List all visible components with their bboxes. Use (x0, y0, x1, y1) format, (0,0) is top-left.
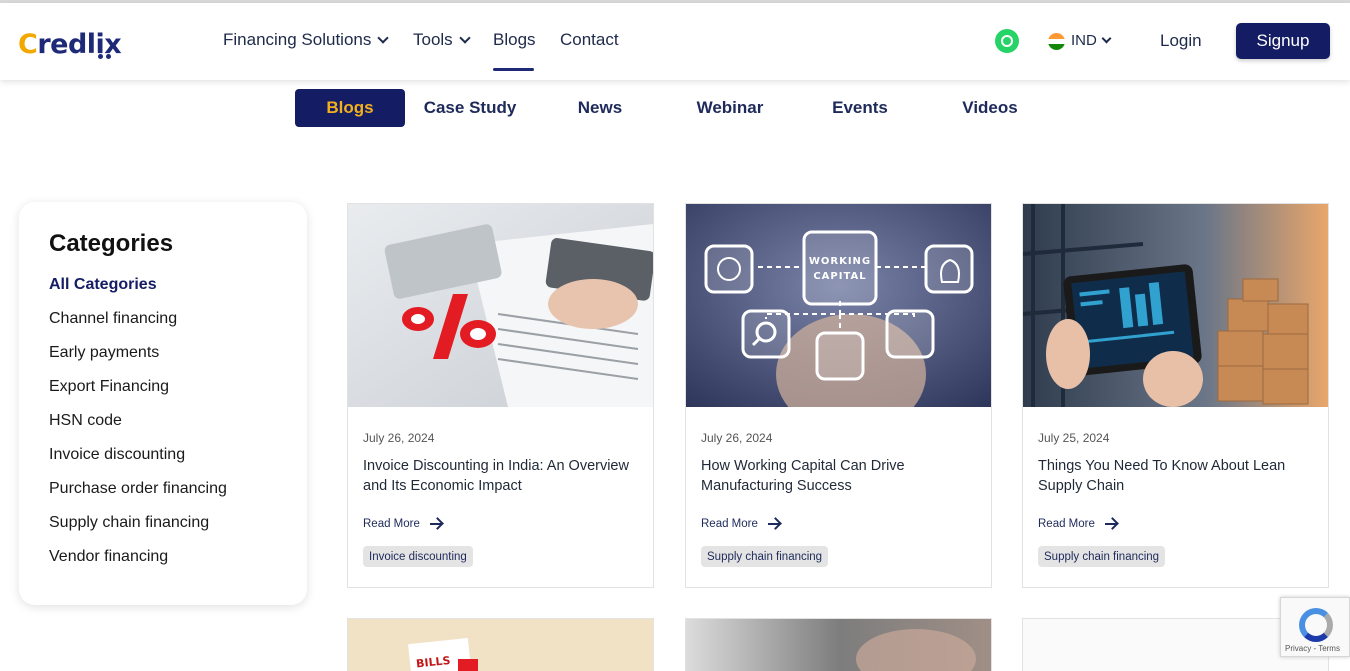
read-more-link[interactable]: Read More (363, 518, 443, 530)
tab-videos[interactable]: Videos (935, 89, 1045, 127)
blog-card-image-hand (686, 619, 991, 671)
blog-card[interactable]: WORKING CAPITAL July 26, 2024 How Workin… (685, 203, 992, 588)
blog-card[interactable]: July 25, 2024 Things You Need To Know Ab… (1022, 203, 1329, 588)
read-more-label: Read More (701, 518, 758, 530)
arrow-right-icon (1104, 518, 1118, 530)
recaptcha-badge[interactable]: Privacy - Terms (1280, 597, 1350, 657)
credlix-logo[interactable]: Credlix (18, 24, 122, 60)
india-flag-icon (1048, 33, 1065, 50)
tab-news[interactable]: News (545, 89, 655, 127)
category-early-payments[interactable]: Early payments (49, 344, 159, 362)
blog-title[interactable]: Invoice Discounting in India: An Overvie… (363, 456, 643, 496)
recaptcha-icon (1299, 608, 1333, 642)
tab-blogs[interactable]: Blogs (295, 89, 405, 127)
category-all[interactable]: All Categories (49, 276, 157, 294)
language-label: IND (1071, 32, 1097, 49)
site-header: Credlix Financing Solutions Tools Blogs … (0, 3, 1350, 80)
nav-tools[interactable]: Tools (413, 30, 471, 50)
recaptcha-privacy-terms[interactable]: Privacy - Terms (1285, 644, 1340, 653)
category-supply-chain-financing[interactable]: Supply chain financing (49, 514, 209, 532)
blog-title[interactable]: Things You Need To Know About Lean Suppl… (1038, 456, 1318, 496)
blog-card-image-bills: BILLS (348, 619, 653, 671)
blog-tag[interactable]: Invoice discounting (363, 546, 473, 567)
read-more-link[interactable]: Read More (701, 518, 781, 530)
tab-webinar[interactable]: Webinar (675, 89, 785, 127)
categories-title: Categories (49, 230, 174, 257)
blog-card[interactable]: July 26, 2024 Invoice Discounting in Ind… (347, 203, 654, 588)
tab-case-study[interactable]: Case Study (415, 89, 525, 127)
working-image-text: WORKING (809, 256, 871, 267)
signup-button[interactable]: Signup (1236, 23, 1330, 59)
nav-financing-label: Financing Solutions (223, 30, 372, 49)
nav-financing-solutions[interactable]: Financing Solutions (223, 30, 390, 50)
category-export-financing[interactable]: Export Financing (49, 378, 169, 396)
blog-date: July 26, 2024 (363, 431, 435, 445)
category-purchase-order-financing[interactable]: Purchase order financing (49, 480, 227, 498)
category-channel-financing[interactable]: Channel financing (49, 310, 177, 328)
chevron-down-icon (459, 32, 471, 44)
read-more-label: Read More (363, 518, 420, 530)
arrow-right-icon (767, 518, 781, 530)
blog-date: July 26, 2024 (701, 431, 773, 445)
chevron-down-icon (377, 32, 390, 44)
nav-contact[interactable]: Contact (560, 30, 619, 50)
blog-tag[interactable]: Supply chain financing (1038, 546, 1166, 567)
blog-card-partial[interactable]: BILLS (347, 618, 654, 671)
capital-image-text: CAPITAL (813, 271, 866, 282)
category-hsn-code[interactable]: HSN code (49, 412, 122, 430)
categories-sidebar: Categories All Categories Channel financ… (19, 202, 307, 605)
nav-blogs[interactable]: Blogs (493, 30, 536, 50)
chevron-down-icon (1101, 33, 1112, 44)
blog-card-image-lean-supply-chain (1023, 204, 1328, 407)
category-invoice-discounting[interactable]: Invoice discounting (49, 446, 185, 464)
login-link[interactable]: Login (1160, 31, 1202, 51)
read-more-label: Read More (1038, 518, 1095, 530)
blog-card-image-invoice (348, 204, 653, 407)
blog-title[interactable]: How Working Capital Can Drive Manufactur… (701, 456, 981, 496)
language-selector[interactable]: IND (1071, 32, 1112, 49)
nav-blogs-label: Blogs (493, 30, 536, 49)
arrow-right-icon (429, 518, 443, 530)
nav-active-underline (493, 68, 534, 71)
blog-card-image-working-capital: WORKING CAPITAL (686, 204, 991, 407)
blog-date: July 25, 2024 (1038, 431, 1110, 445)
blog-card-partial[interactable] (685, 618, 992, 671)
nav-tools-label: Tools (413, 30, 453, 49)
blog-tag[interactable]: Supply chain financing (701, 546, 829, 567)
tab-events[interactable]: Events (805, 89, 915, 127)
logo-dots (98, 54, 111, 59)
read-more-link[interactable]: Read More (1038, 518, 1118, 530)
whatsapp-icon[interactable] (995, 29, 1019, 53)
nav-contact-label: Contact (560, 30, 619, 49)
category-vendor-financing[interactable]: Vendor financing (49, 548, 168, 566)
